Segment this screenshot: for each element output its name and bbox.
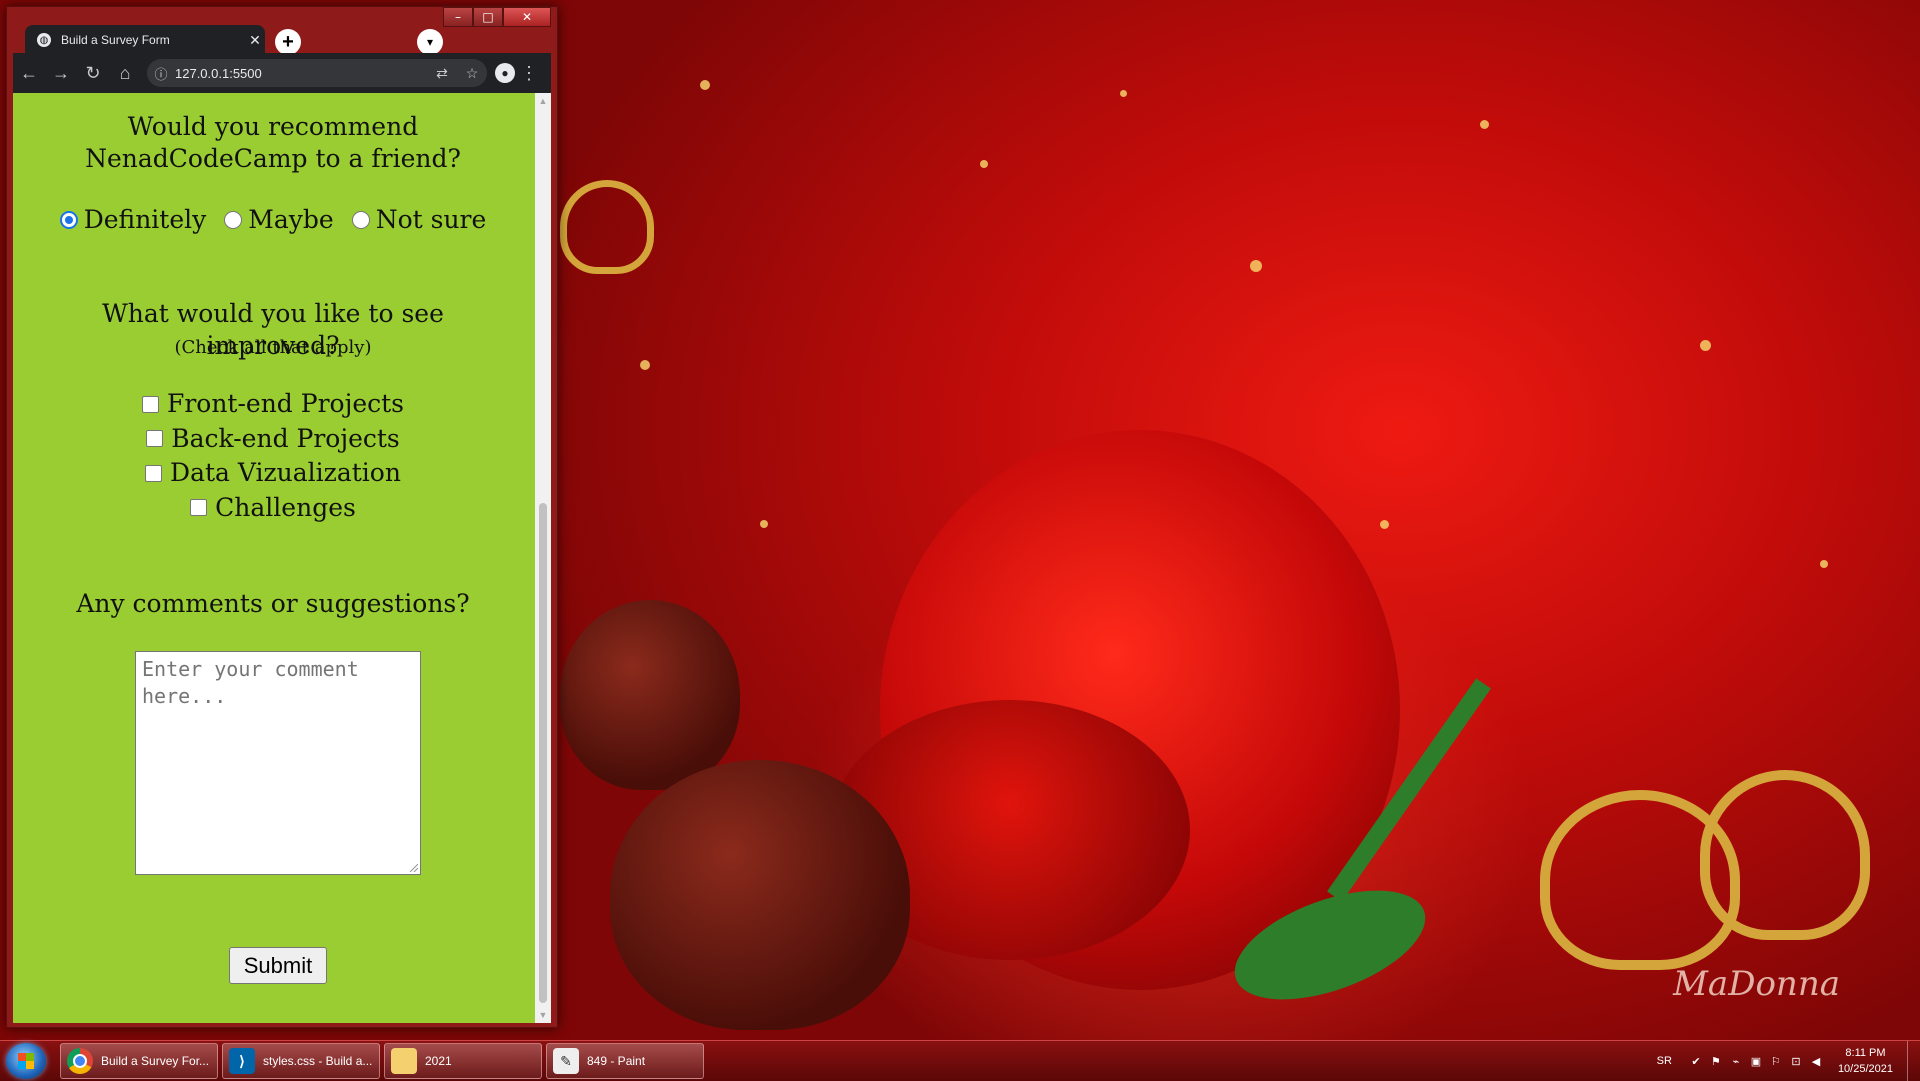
confetti [1480,120,1489,129]
radio-not-sure[interactable]: Not sure [351,205,487,234]
checkbox-label: Data Vizualization [170,458,401,487]
chocolate-heart [560,600,740,790]
confetti [1120,90,1127,97]
checkbox-label: Back-end Projects [171,423,400,453]
scroll-down-arrow-icon[interactable]: ▼ [535,1007,551,1023]
translate-icon[interactable]: ⇄ [427,65,457,82]
folder-icon [391,1048,417,1074]
checkbox-label: Front-end Projects [166,389,405,418]
chrome-icon [67,1048,93,1074]
scroll-up-arrow-icon[interactable]: ▲ [535,93,551,109]
confetti [640,360,650,370]
taskbar-item-label: 849 - Paint [587,1054,646,1068]
scrollbar-thumb[interactable] [539,503,547,1003]
paint-palette-icon: ✎ [553,1048,579,1074]
clock-date: 10/25/2021 [1837,1063,1893,1075]
radio-label: Definitely [83,205,207,234]
confetti [1700,340,1711,351]
network-app-icon[interactable]: ⚑ [1708,1053,1724,1069]
browser-toolbar: ← → ↻ ⌂ ⓘ 127.0.0.1:5500 ⇄ ☆ ● ⋮ [13,53,551,93]
checkbox-front-end[interactable]: Front-end Projects [13,387,533,422]
windows-logo-icon [18,1053,34,1069]
comment-textarea[interactable]: Enter your comment here... [135,651,421,875]
taskbar-item-folder[interactable]: 2021 [384,1043,542,1079]
system-tray: SR ✔ ⚑ ⌁ ▣ ⚐ ⊡ ◀ 8:11 PM 10/25/2021 [1657,1041,1920,1081]
globe-icon: ◍ [37,33,51,47]
recommend-radio-group: Definitely Maybe Not sure [13,205,533,234]
new-tab-plus-icon[interactable]: + [275,29,301,55]
browser-window: – □ ✕ ◍ Build a Survey Form ✕ + ▾ ← → ↻ … [6,6,558,1028]
gold-heart [560,180,654,274]
radio-label: Maybe [248,205,334,234]
radio-label: Not sure [375,205,487,234]
radio-button[interactable] [59,210,78,229]
tab-search-icon[interactable]: ▾ [417,29,443,55]
start-button[interactable] [6,1043,46,1079]
reload-icon[interactable]: ↻ [77,63,109,84]
checkbox-back-end[interactable]: Back-end Projects [13,422,533,457]
show-desktop-button[interactable] [1907,1041,1920,1081]
improve-checkbox-group: Front-end Projects Back-end Projects Dat… [13,387,533,525]
language-indicator[interactable]: SR [1657,1055,1672,1067]
tab-close-icon[interactable]: ✕ [245,32,265,49]
radio-button[interactable] [224,210,243,229]
address-bar[interactable]: ⓘ 127.0.0.1:5500 ⇄ ☆ [147,59,487,87]
forward-arrow-icon[interactable]: → [45,63,77,84]
confetti [700,80,710,90]
chocolate-heart [610,760,910,1030]
security-shield-icon[interactable]: ✔ [1688,1053,1704,1069]
profile-avatar-icon[interactable]: ● [495,63,515,83]
checkbox-data-visualization[interactable]: Data Vizualization [13,456,533,491]
question-improve-hint: (Check all that apply) [174,337,372,358]
volume-icon[interactable]: ◀ [1808,1053,1824,1069]
back-arrow-icon[interactable]: ← [13,63,45,84]
confetti [760,520,768,528]
page-viewport: Would you recommend NenadCodeCamp to a f… [13,93,551,1023]
taskbar-item-paint[interactable]: ✎ 849 - Paint [546,1043,704,1079]
site-info-icon[interactable]: ⓘ [147,64,175,83]
taskbar-item-chrome[interactable]: Build a Survey For... [60,1043,218,1079]
resize-handle-icon[interactable] [410,864,418,872]
radio-button[interactable] [351,210,370,229]
confetti [980,160,988,168]
tab-build-a-survey-form[interactable]: ◍ Build a Survey Form ✕ [25,25,265,55]
vscode-icon: ⟩ [229,1048,255,1074]
taskbar-item-vscode[interactable]: ⟩ styles.css - Build a... [222,1043,380,1079]
bookmark-star-icon[interactable]: ☆ [457,65,487,82]
checkbox[interactable] [190,499,208,517]
taskbar: Build a Survey For... ⟩ styles.css - Bui… [0,1040,1920,1081]
vertical-scrollbar[interactable]: ▲ ▼ [535,93,551,1023]
tab-strip: ◍ Build a Survey Form ✕ + ▾ [7,19,557,55]
checkbox-label: Challenges [215,492,356,522]
wallpaper-signature: MaDonna [1673,964,1840,1004]
question-recommend: Would you recommend NenadCodeCamp to a f… [85,112,461,173]
tab-title: Build a Survey Form [61,33,170,47]
radio-definitely[interactable]: Definitely [59,205,207,234]
display-icon[interactable]: ▣ [1748,1053,1764,1069]
checkbox[interactable] [146,430,164,448]
clock[interactable]: 8:11 PM 10/25/2021 [1838,1045,1893,1077]
network-icon[interactable]: ⊡ [1788,1053,1804,1069]
checkbox-challenges[interactable]: Challenges [13,491,533,526]
action-center-flag-icon[interactable]: ⚐ [1768,1053,1784,1069]
comment-placeholder: Enter your comment here... [142,657,359,708]
confetti [1380,520,1389,529]
question-comments: Any comments or suggestions? [76,589,470,618]
submit-button[interactable]: Submit [229,947,327,984]
checkbox[interactable] [141,395,159,413]
kebab-menu-icon[interactable]: ⋮ [515,63,543,84]
taskbar-item-label: 2021 [425,1054,452,1068]
confetti [1820,560,1828,568]
url-text[interactable]: 127.0.0.1:5500 [175,66,427,81]
gold-heart [1700,770,1870,940]
taskbar-item-label: Build a Survey For... [101,1054,210,1068]
confetti [1250,260,1262,272]
checkbox[interactable] [145,464,163,482]
radio-maybe[interactable]: Maybe [224,205,334,234]
usb-icon[interactable]: ⌁ [1728,1053,1744,1069]
clock-time: 8:11 PM [1845,1047,1886,1059]
home-icon[interactable]: ⌂ [109,63,141,84]
taskbar-item-label: styles.css - Build a... [263,1054,373,1068]
